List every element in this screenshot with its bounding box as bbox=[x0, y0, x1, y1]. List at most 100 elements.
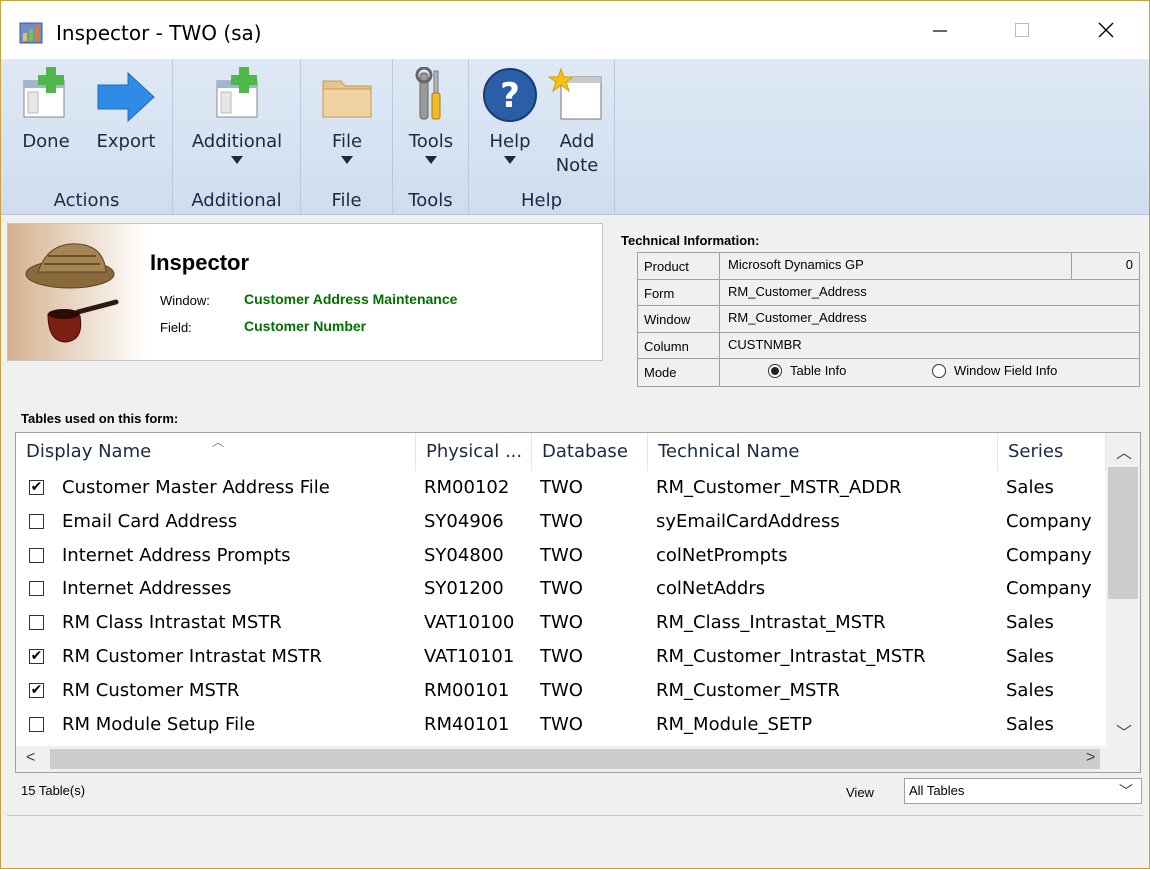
ribbon-group-label-help: Help bbox=[520, 190, 563, 211]
tech-mode-options: Table Info Window Field Info bbox=[720, 359, 1139, 386]
done-button[interactable]: Done bbox=[11, 67, 81, 156]
inspector-info-panel: Inspector Window: Customer Address Maint… bbox=[7, 223, 603, 361]
help-button[interactable]: ? Help bbox=[477, 67, 543, 164]
field-value: Customer Number bbox=[244, 318, 367, 334]
window-title: Inspector - TWO (sa) bbox=[56, 21, 262, 45]
additional-label: Additional bbox=[191, 131, 283, 152]
cell-technical-name: RM_Module_SETP bbox=[656, 713, 813, 735]
row-checkbox[interactable] bbox=[29, 581, 44, 597]
minimize-button[interactable] bbox=[899, 1, 981, 59]
cell-database: TWO bbox=[540, 713, 583, 735]
ribbon-group-label-actions: Actions bbox=[53, 190, 120, 211]
inspector-window: Inspector - TWO (sa) Done Export Actions… bbox=[0, 0, 1150, 869]
ribbon: Done Export Actions Additional Additiona… bbox=[1, 59, 1149, 215]
additional-icon bbox=[216, 67, 258, 118]
table-row[interactable]: ✔ RM Customer Intrastat MSTR VAT10101 TW… bbox=[16, 640, 1106, 674]
mode-option-label: Window Field Info bbox=[954, 363, 1058, 379]
technical-info-grid: Product Microsoft Dynamics GP 0 Form RM_… bbox=[637, 252, 1140, 387]
chevron-down-icon: ﹀ bbox=[1119, 783, 1133, 799]
table-row[interactable]: RM Module Setup File RM40101 TWO RM_Modu… bbox=[16, 708, 1106, 742]
cell-technical-name: colNetPrompts bbox=[656, 544, 788, 566]
mode-radio-table-info[interactable]: Table Info bbox=[768, 363, 846, 378]
table-row[interactable]: Internet Addresses SY01200 TWO colNetAdd… bbox=[16, 572, 1106, 606]
cell-database: TWO bbox=[540, 612, 583, 634]
cell-display-name: Email Card Address bbox=[62, 510, 238, 532]
add-note-icon bbox=[547, 67, 602, 120]
view-label: View bbox=[846, 785, 874, 800]
row-checkbox[interactable]: ✔ bbox=[29, 682, 44, 698]
scroll-left-icon[interactable]: < bbox=[26, 749, 35, 767]
cell-physical: SY04800 bbox=[424, 544, 504, 566]
scroll-right-icon[interactable]: > bbox=[1086, 749, 1095, 767]
tools-button[interactable]: Tools bbox=[397, 66, 465, 164]
ribbon-group-label-additional: Additional bbox=[191, 190, 282, 211]
view-dropdown[interactable]: All Tables ﹀ bbox=[904, 778, 1142, 804]
folder-icon bbox=[322, 80, 372, 118]
table-row[interactable]: RM Class Intrastat MSTR VAT10100 TWO RM_… bbox=[16, 606, 1106, 640]
detective-image bbox=[8, 224, 146, 360]
cell-technical-name: syEmailCardAddress bbox=[656, 510, 840, 532]
ribbon-group-additional: Additional Additional bbox=[173, 59, 301, 215]
column-header-technical-name[interactable]: Technical Name bbox=[648, 433, 998, 471]
tech-key: Column bbox=[638, 332, 720, 359]
export-label: Export bbox=[96, 131, 156, 152]
cell-database: TWO bbox=[540, 578, 583, 600]
row-checkbox[interactable] bbox=[29, 513, 44, 529]
column-header-database[interactable]: Database bbox=[532, 433, 648, 471]
cell-series: Company bbox=[1006, 544, 1092, 566]
maximize-button[interactable] bbox=[981, 1, 1063, 59]
cell-technical-name: RM_Customer_MSTR bbox=[656, 679, 840, 701]
ribbon-group-tools: Tools Tools bbox=[393, 59, 469, 215]
cell-technical-name: colNetAddrs bbox=[656, 578, 766, 600]
app-icon bbox=[19, 22, 43, 44]
table-row[interactable]: Email Card Address SY04906 TWO syEmailCa… bbox=[16, 505, 1106, 539]
tech-value: CUSTNMBR bbox=[728, 336, 802, 352]
table-row[interactable]: Internet Address Prompts SY04800 TWO col… bbox=[16, 539, 1106, 573]
column-header-physical[interactable]: Physical ... bbox=[416, 433, 532, 471]
mode-radio-window-field-info[interactable]: Window Field Info bbox=[932, 363, 1057, 378]
chevron-down-icon bbox=[341, 156, 353, 164]
table-row[interactable]: ✔ RM Customer MSTR RM00101 TWO RM_Custom… bbox=[16, 674, 1106, 708]
close-button[interactable] bbox=[1065, 1, 1147, 59]
cell-display-name: Customer Master Address File bbox=[62, 477, 330, 498]
technical-info-title: Technical Information: bbox=[621, 233, 760, 248]
chevron-down-icon bbox=[504, 156, 516, 164]
tech-value-text: Microsoft Dynamics GP bbox=[728, 257, 864, 272]
column-header-series[interactable]: Series bbox=[998, 433, 1106, 471]
ribbon-group-file: File File bbox=[301, 59, 393, 215]
scroll-down-icon[interactable]: ﹀ bbox=[1116, 719, 1132, 743]
row-checkbox[interactable]: ✔ bbox=[29, 480, 44, 495]
tech-value: RM_Customer_Address bbox=[728, 283, 867, 299]
cell-display-name: Internet Addresses bbox=[62, 578, 232, 600]
scroll-up-icon[interactable]: ︿ bbox=[1116, 439, 1132, 463]
add-note-label-2: Note bbox=[555, 155, 599, 176]
chevron-down-icon bbox=[231, 156, 243, 164]
tech-key: Product bbox=[638, 253, 720, 279]
row-checkbox[interactable]: ✔ bbox=[29, 648, 44, 664]
tech-product-number: 0 bbox=[1071, 253, 1139, 279]
export-button[interactable]: Export bbox=[89, 67, 163, 156]
maximize-icon bbox=[1015, 23, 1029, 37]
radio-selected-icon bbox=[768, 363, 782, 378]
row-checkbox[interactable] bbox=[29, 716, 44, 732]
tech-value: Microsoft Dynamics GP 0 bbox=[720, 253, 1139, 279]
title-bar: Inspector - TWO (sa) bbox=[1, 1, 1149, 59]
tech-value: RM_Customer_Address bbox=[728, 310, 867, 326]
cell-physical: VAT10101 bbox=[424, 645, 515, 667]
add-note-button[interactable]: Add Note bbox=[545, 67, 609, 180]
table-row[interactable]: ✔ Customer Master Address File RM00102 T… bbox=[16, 471, 1106, 505]
row-checkbox[interactable] bbox=[29, 547, 44, 563]
row-checkbox[interactable] bbox=[29, 615, 44, 631]
additional-button[interactable]: Additional bbox=[183, 67, 291, 164]
vertical-scrollbar[interactable]: ︿ ﹀ bbox=[1106, 433, 1140, 747]
vertical-scroll-thumb[interactable] bbox=[1108, 467, 1138, 599]
cell-physical: SY04906 bbox=[424, 510, 504, 532]
divider bbox=[7, 815, 1143, 816]
tables-section-label: Tables used on this form: bbox=[21, 411, 179, 426]
cell-series: Sales bbox=[1006, 612, 1054, 634]
horizontal-scrollbar[interactable]: < > bbox=[16, 746, 1140, 772]
horizontal-scroll-thumb[interactable] bbox=[50, 749, 1100, 769]
file-button[interactable]: File bbox=[311, 67, 383, 164]
window-value: Customer Address Maintenance bbox=[244, 291, 458, 307]
close-icon bbox=[1098, 22, 1114, 38]
